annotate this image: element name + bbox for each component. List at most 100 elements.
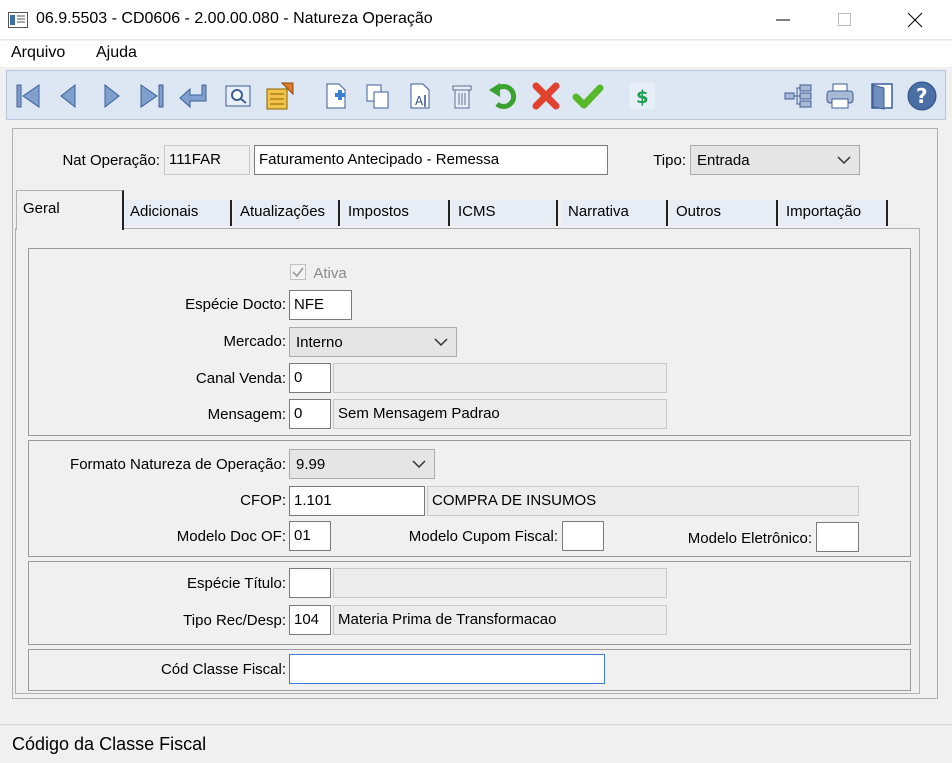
ativa-checkbox[interactable]: Ativa: [290, 264, 347, 282]
chevron-down-icon: [434, 338, 448, 347]
canal-venda-code-field[interactable]: 0: [289, 363, 331, 393]
mercado-label: Mercado:: [223, 333, 286, 350]
first-icon: [16, 84, 40, 108]
help-icon: ?: [907, 81, 937, 111]
toolbar: A $ ?: [6, 70, 946, 120]
close-icon: [907, 12, 923, 28]
print-icon: [826, 83, 854, 109]
cfop-code-field[interactable]: 1.101: [289, 486, 425, 516]
tab-label: Geral: [23, 200, 60, 217]
save-button[interactable]: [571, 79, 605, 113]
tipo-label: Tipo:: [653, 152, 686, 169]
formato-label: Formato Natureza de Operação:: [70, 456, 286, 473]
tipo-select[interactable]: Entrada: [690, 145, 860, 175]
tree-icon: [784, 84, 812, 108]
tipo-rec-code-field[interactable]: 104: [289, 605, 331, 635]
tab-label: Narrativa: [568, 203, 629, 220]
maximize-icon: [838, 13, 851, 26]
copy-icon: [366, 84, 389, 109]
undo-button[interactable]: [487, 79, 521, 113]
mensagem-code-field[interactable]: 0: [289, 399, 331, 429]
nat-operacao-label: Nat Operação:: [62, 152, 160, 169]
tab-label: Outros: [676, 203, 722, 220]
cod-classe-field[interactable]: [289, 654, 605, 684]
especie-titulo-label: Espécie Título:: [187, 575, 286, 592]
previous-record-button[interactable]: [51, 79, 85, 113]
especie-titulo-desc-field: [333, 568, 667, 598]
next-record-button[interactable]: [95, 79, 129, 113]
tab-outros[interactable]: Outros: [670, 200, 778, 226]
canal-venda-label: Canal Venda:: [195, 370, 286, 387]
first-record-button[interactable]: [11, 79, 45, 113]
last-icon: [140, 84, 164, 108]
mercado-select-value: Interno: [296, 334, 343, 351]
help-button[interactable]: ?: [905, 79, 939, 113]
edit-icon: A: [410, 83, 430, 109]
tab-adicionais[interactable]: Adicionais: [124, 200, 232, 226]
formato-select-value: 9.99: [296, 456, 326, 473]
svg-text:$: $: [636, 87, 649, 108]
mensagem-desc-field: Sem Mensagem Padrao: [333, 399, 667, 429]
tab-narrativa[interactable]: Narrativa: [562, 200, 668, 226]
modelo-eletronico-label: Modelo Eletrônico:: [687, 530, 812, 547]
last-record-button[interactable]: [135, 79, 169, 113]
tab-label: Impostos: [348, 203, 409, 220]
minimize-icon: [776, 19, 790, 21]
list-button[interactable]: [263, 79, 297, 113]
minimize-button[interactable]: [760, 0, 806, 40]
title-bar: 06.9.5503 - CD0606 - 2.00.00.080 - Natur…: [0, 0, 952, 40]
dollar-button[interactable]: $: [625, 79, 659, 113]
chevron-down-icon: [412, 460, 426, 469]
tab-label: ICMS: [458, 203, 496, 220]
modelo-doc-of-field[interactable]: 01: [289, 521, 331, 551]
tab-icms[interactable]: ICMS: [452, 200, 558, 226]
svg-text:A: A: [415, 94, 424, 108]
previous-icon: [60, 83, 76, 109]
cod-classe-label: Cód Classe Fiscal:: [160, 661, 286, 678]
exit-button[interactable]: [865, 79, 899, 113]
canal-venda-desc-field: [333, 363, 667, 393]
modelo-eletronico-field[interactable]: [816, 522, 859, 552]
mensagem-label: Mensagem:: [207, 406, 286, 423]
search-icon: [225, 85, 251, 107]
tipo-select-value: Entrada: [697, 152, 750, 169]
cancel-button[interactable]: [529, 79, 563, 113]
search-button[interactable]: [221, 79, 255, 113]
especie-titulo-code-field[interactable]: [289, 568, 331, 598]
list-icon: [266, 82, 294, 110]
menu-arquivo[interactable]: Arquivo: [11, 44, 65, 62]
tab-impostos[interactable]: Impostos: [342, 200, 450, 226]
tab-label: Importação: [786, 203, 862, 220]
app-icon: [8, 12, 28, 28]
nat-operacao-desc-field[interactable]: Faturamento Antecipado - Remessa: [254, 145, 608, 175]
modelo-cupom-field[interactable]: [562, 521, 604, 551]
menu-ajuda[interactable]: Ajuda: [96, 44, 137, 62]
tab-geral[interactable]: Geral: [16, 190, 124, 230]
edit-button[interactable]: A: [403, 79, 437, 113]
menu-bar: Arquivo Ajuda: [0, 41, 952, 67]
goto-button[interactable]: [177, 79, 211, 113]
close-button[interactable]: [892, 0, 938, 40]
tab-importacao[interactable]: Importação: [780, 200, 888, 226]
especie-docto-field[interactable]: NFE: [289, 290, 352, 320]
tab-atualizacoes[interactable]: Atualizações: [234, 200, 340, 226]
exit-icon: [871, 83, 893, 110]
svg-text:?: ?: [916, 84, 928, 108]
tree-button[interactable]: [781, 79, 815, 113]
new-button[interactable]: [319, 79, 353, 113]
save-icon: [572, 84, 604, 109]
cfop-desc-field: COMPRA DE INSUMOS: [427, 486, 859, 516]
print-button[interactable]: [823, 79, 857, 113]
formato-select[interactable]: 9.99: [289, 449, 435, 479]
mercado-select[interactable]: Interno: [289, 327, 457, 357]
delete-icon: [452, 85, 472, 109]
tab-label: Atualizações: [240, 203, 326, 220]
next-icon: [104, 83, 120, 109]
chevron-down-icon: [837, 156, 851, 165]
copy-button[interactable]: [361, 79, 395, 113]
modelo-doc-of-label: Modelo Doc OF:: [176, 528, 286, 545]
delete-button[interactable]: [445, 79, 479, 113]
maximize-button[interactable]: [822, 0, 868, 40]
especie-docto-label: Espécie Docto:: [185, 296, 286, 313]
checkmark-icon: [290, 264, 306, 280]
